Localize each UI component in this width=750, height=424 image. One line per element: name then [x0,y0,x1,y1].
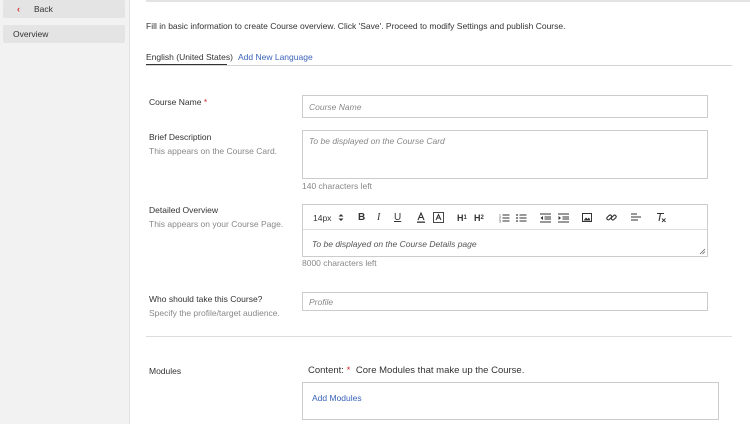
course-name-label: Course Name * [149,97,207,107]
course-name-label-text: Course Name [149,97,202,107]
underline-icon[interactable]: U [394,205,401,230]
font-size-select[interactable]: 14px [313,205,344,230]
svg-text:3: 3 [499,219,501,223]
required-marker: * [346,365,351,376]
clear-format-icon[interactable] [656,205,667,230]
content-help: Core Modules that make up the Course. [355,365,525,376]
back-label: Back [34,4,53,14]
editor-placeholder: To be displayed on the Course Details pa… [312,239,477,249]
font-size-value: 14px [313,212,332,223]
image-icon[interactable] [582,205,592,230]
brief-description-help: This appears on the Course Card. [149,146,278,156]
profile-input[interactable]: Profile [302,292,708,311]
highlight-icon[interactable] [433,205,444,230]
sidebar-item-overview[interactable]: Overview [3,25,125,43]
detailed-overview-label: Detailed Overview [149,205,218,215]
detailed-overview-counter: 8000 characters left [302,258,377,268]
brief-description-placeholder: To be displayed on the Course Card [309,136,445,146]
section-divider [146,336,732,337]
sidebar: ‹ Back Overview [0,0,130,424]
course-name-input[interactable]: Course Name [302,95,708,118]
audience-help: Specify the profile/target audience. [149,308,280,318]
bullet-list-icon[interactable] [516,205,527,230]
brief-description-counter: 140 characters left [302,181,372,191]
content-heading: Content: * Core Modules that make up the… [308,365,524,376]
modules-box: Add Modules [302,382,719,420]
bold-icon[interactable]: B [358,205,365,230]
align-icon[interactable] [631,205,641,230]
chevron-left-icon: ‹ [17,4,20,14]
link-icon[interactable] [606,205,617,230]
intro-text: Fill in basic information to create Cour… [146,21,566,31]
tab-english-us[interactable]: English (United States) [146,52,233,62]
required-marker: * [203,97,208,107]
audience-label: Who should take this Course? [149,294,263,304]
select-arrows-icon [338,214,344,221]
content-label: Content: [308,365,344,376]
main-content: Fill in basic information to create Cour… [130,0,750,424]
font-color-icon[interactable] [416,205,426,230]
ordered-list-icon[interactable]: 123 [499,205,510,230]
editor-toolbar: 14px B I U H1 H2 123 [303,205,707,230]
top-divider [146,0,750,2]
indent-icon[interactable] [558,205,569,230]
profile-placeholder: Profile [309,296,334,307]
outdent-icon[interactable] [540,205,551,230]
brief-description-label: Brief Description [149,132,212,142]
overview-label: Overview [13,29,49,39]
heading-2-icon[interactable]: H2 [474,205,484,230]
detailed-overview-help: This appears on your Course Page. [149,219,284,229]
tab-divider [146,65,732,66]
resize-handle-icon[interactable] [699,248,706,255]
course-name-placeholder: Course Name [309,101,362,112]
add-new-language-link[interactable]: Add New Language [238,52,313,62]
brief-description-textarea[interactable]: To be displayed on the Course Card [302,130,708,179]
rich-text-editor[interactable]: 14px B I U H1 H2 123 To be displayed on … [302,204,708,257]
modules-label: Modules [149,366,182,376]
heading-1-icon[interactable]: H1 [457,205,467,230]
italic-icon[interactable]: I [377,205,380,230]
back-button[interactable]: ‹ Back [3,0,125,18]
add-modules-link[interactable]: Add Modules [312,393,362,403]
